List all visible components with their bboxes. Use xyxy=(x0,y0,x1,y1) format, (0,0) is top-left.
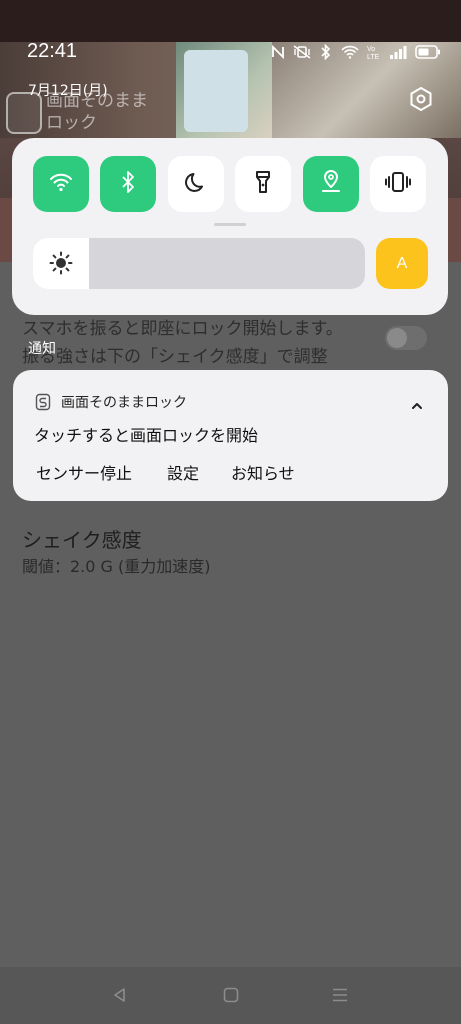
shake-lock-toggle[interactable] xyxy=(385,326,427,350)
home-icon[interactable] xyxy=(223,987,239,1007)
auto-brightness-button[interactable]: A xyxy=(376,238,428,289)
svg-text:Vo: Vo xyxy=(367,46,375,53)
notifications-header: 通知 xyxy=(28,341,56,357)
description-line-1: スマホを振ると即座にロック開始します。 xyxy=(22,319,343,339)
do-not-disturb-tile[interactable] xyxy=(168,156,224,212)
flashlight-icon xyxy=(254,170,272,198)
shake-sensitivity-title: シェイク感度 xyxy=(22,528,142,552)
settings-action[interactable]: 設定 xyxy=(167,460,199,484)
navigation-bar xyxy=(0,967,461,1024)
settings-gear-icon[interactable] xyxy=(407,85,435,113)
vibrate-tile[interactable] xyxy=(370,156,426,212)
notification-app-name: 画面そのままロック xyxy=(61,395,187,411)
bluetooth-icon xyxy=(319,44,333,60)
battery-icon xyxy=(415,45,441,59)
location-icon xyxy=(320,170,342,198)
mute-vibrate-icon xyxy=(293,45,311,59)
chevron-up-icon[interactable] xyxy=(411,396,423,415)
quick-settings-panel: A xyxy=(12,138,448,315)
description-line-2: 振る強さは下の「シェイク感度」で調整 xyxy=(22,347,328,367)
signal-icon xyxy=(389,45,407,59)
top-band xyxy=(0,0,461,42)
location-tile[interactable] xyxy=(303,156,359,212)
app-logo-icon xyxy=(35,393,51,415)
wifi-icon xyxy=(341,45,359,59)
panel-drag-handle[interactable] xyxy=(214,223,246,226)
vibrate-icon xyxy=(385,170,411,198)
brightness-slider[interactable] xyxy=(33,238,365,289)
flashlight-tile[interactable] xyxy=(235,156,291,212)
bluetooth-tile[interactable] xyxy=(100,156,156,212)
notification-body[interactable]: タッチすると画面ロックを開始 xyxy=(34,422,258,446)
status-icons: Vo LTE xyxy=(271,44,441,60)
shake-sensitivity-value[interactable]: 閾値：2.0 G (重力加速度) xyxy=(22,553,211,577)
wifi-tile[interactable] xyxy=(33,156,89,212)
nfc-icon xyxy=(271,45,285,59)
wifi-icon xyxy=(49,171,73,197)
notification-card[interactable]: 画面そのままロック タッチすると画面ロックを開始 センサー停止 設定 お知らせ xyxy=(13,370,448,501)
news-action[interactable]: お知らせ xyxy=(231,460,295,484)
stop-sensor-action[interactable]: センサー停止 xyxy=(36,460,132,484)
bluetooth-icon xyxy=(119,170,137,198)
moon-icon xyxy=(184,170,208,198)
status-time: 22:41 xyxy=(27,40,78,62)
volte-icon: Vo LTE xyxy=(367,44,381,60)
back-icon[interactable] xyxy=(112,987,128,1007)
app-logo-icon xyxy=(6,92,42,134)
brightness-sun-icon xyxy=(49,251,73,279)
svg-text:LTE: LTE xyxy=(367,54,380,60)
recents-icon[interactable] xyxy=(332,987,348,1007)
app-title-ghost: 画面そのまま ロック xyxy=(46,91,148,133)
